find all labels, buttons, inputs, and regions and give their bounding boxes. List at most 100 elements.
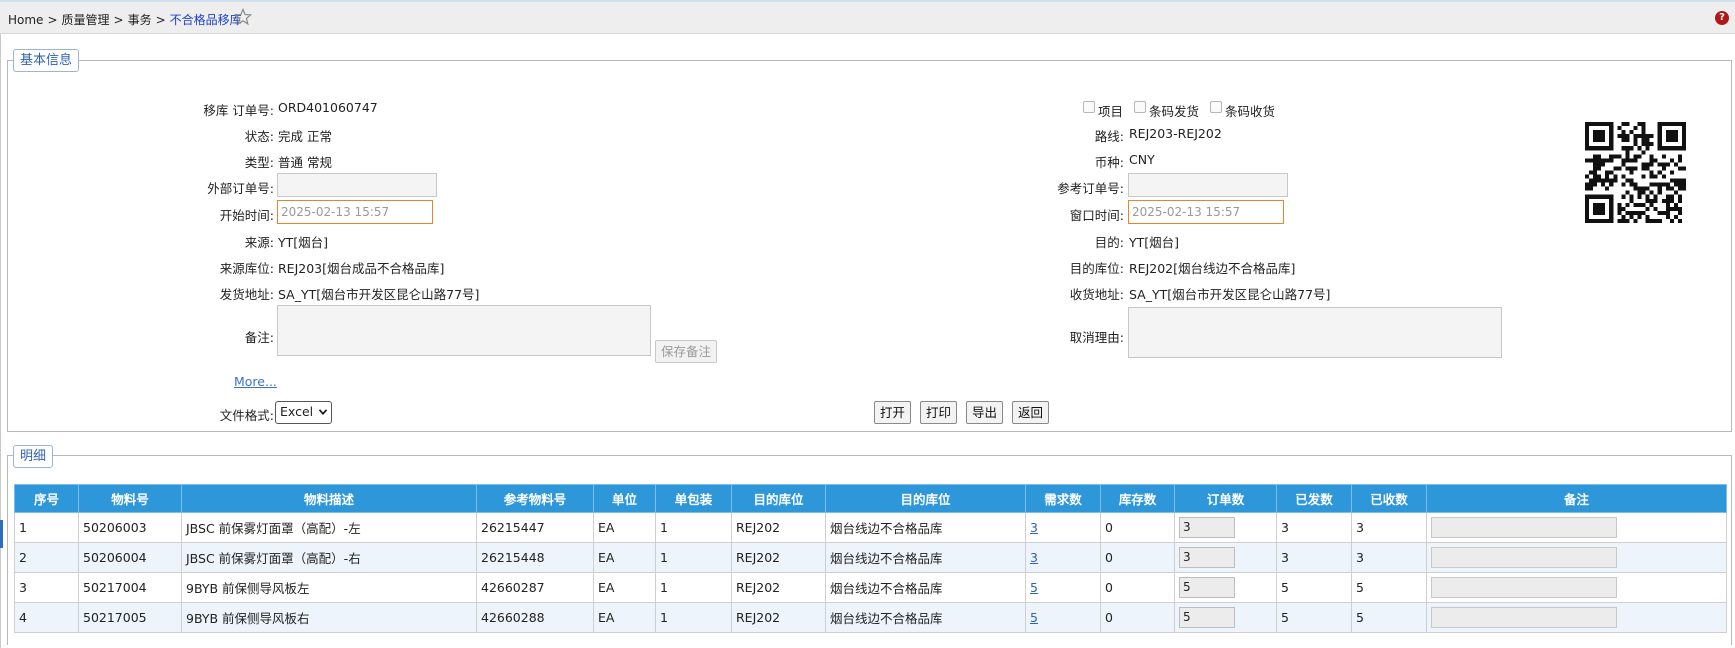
cell-demand: 3 [1025,542,1101,573]
cancel-reason-label: 取消理由: [1069,330,1124,345]
col-header-demand[interactable]: 需求数 [1025,484,1101,513]
row-note-input[interactable] [1431,577,1617,598]
file-format-select[interactable]: Excel [275,401,332,424]
source-location-label: 来源库位: [219,261,274,276]
back-button[interactable]: 返回 [1012,401,1050,424]
col-header-stock[interactable]: 库存数 [1100,484,1175,513]
table-row: 1 50206003 JBSC 前保雾灯面罩（高配）-左 26215447 EA… [14,512,1727,543]
cell-shipped: 3 [1276,542,1352,573]
cell-dest-name: 烟台线边不合格品库 [825,602,1026,633]
project-checkbox[interactable] [1083,101,1095,113]
col-header-dest-code[interactable]: 目的库位 [731,484,826,513]
cell-unit: EA [593,602,656,633]
order-no-value: ORD401060747 [278,100,378,115]
cell-material: 50206004 [78,542,182,573]
col-header-ordered[interactable]: 订单数 [1174,484,1277,513]
top-bar: Home > 质量管理 > 事务 > 不合格品移库 ? [0,0,1735,34]
start-time-input[interactable]: 2025-02-13 15:57 [277,200,433,224]
type-value: 普通 常规 [278,155,332,170]
barcode-ship-checkbox[interactable] [1134,101,1146,113]
breadcrumb-transactions[interactable]: 事务 [128,13,152,27]
col-header-received[interactable]: 已收数 [1351,484,1427,513]
cell-desc: 9BYB 前保侧导风板左 [181,572,477,603]
open-button[interactable]: 打开 [874,401,912,424]
cell-demand: 5 [1025,572,1101,603]
col-header-unit[interactable]: 单位 [593,484,656,513]
qr-code-image [1585,122,1686,223]
more-link[interactable]: More... [234,374,277,389]
print-button[interactable]: 打印 [920,401,958,424]
cell-ordered: 5 [1174,602,1277,633]
cell-unit: EA [593,542,656,573]
demand-link[interactable]: 5 [1030,610,1038,625]
demand-link[interactable]: 5 [1030,580,1038,595]
receive-address-label: 收货地址: [1069,287,1124,302]
cell-received: 5 [1351,602,1427,633]
external-order-input[interactable] [277,173,437,197]
ordered-qty-input[interactable]: 3 [1179,547,1235,568]
breadcrumb-separator: > [47,13,58,27]
row-note-input[interactable] [1431,517,1617,538]
breadcrumb-home[interactable]: Home [8,13,43,27]
cell-dest-name: 烟台线边不合格品库 [825,542,1026,573]
ordered-qty-input[interactable]: 5 [1179,607,1235,628]
cell-desc: JBSC 前保雾灯面罩（高配）-左 [181,512,477,543]
cell-stock: 0 [1100,602,1175,633]
cell-shipped: 3 [1276,512,1352,543]
ordered-qty-input[interactable]: 3 [1179,517,1235,538]
cell-pack: 1 [655,512,732,543]
row-note-input[interactable] [1431,547,1617,568]
cell-material: 50217004 [78,572,182,603]
cell-dest-name: 烟台线边不合格品库 [825,512,1026,543]
currency-label: 币种: [1094,155,1124,170]
dest-location-label: 目的库位: [1069,261,1124,276]
cell-pack: 1 [655,542,732,573]
save-note-button[interactable]: 保存备注 [655,340,718,363]
ship-address-value: SA_YT[烟台市开发区昆仑山路77号] [278,287,480,302]
cell-unit: EA [593,572,656,603]
order-no-label: 移库 订单号: [203,103,274,118]
col-header-pack[interactable]: 单包装 [655,484,732,513]
demand-link[interactable]: 3 [1030,550,1038,565]
col-header-material[interactable]: 物料号 [78,484,182,513]
cell-ref: 26215447 [476,512,594,543]
demand-link[interactable]: 3 [1030,520,1038,535]
breadcrumb-current: 不合格品移库 [169,13,242,27]
left-scroll-marker[interactable] [0,520,3,548]
col-header-ref[interactable]: 参考物料号 [476,484,594,513]
cell-shipped: 5 [1276,602,1352,633]
breadcrumb-quality[interactable]: 质量管理 [62,13,110,27]
cell-stock: 0 [1100,512,1175,543]
destination-value: YT[烟台] [1129,235,1180,250]
col-header-note[interactable]: 备注 [1426,484,1727,513]
left-rail [0,34,1,648]
table-row: 4 50217005 9BYB 前保侧导风板右 42660288 EA 1 RE… [14,602,1727,633]
table-row: 3 50217004 9BYB 前保侧导风板左 42660287 EA 1 RE… [14,572,1727,603]
window-time-input[interactable]: 2025-02-13 15:57 [1128,200,1284,224]
cell-pack: 1 [655,602,732,633]
cell-dest-code: REJ202 [731,512,826,543]
source-label: 来源: [244,235,274,250]
col-header-seq[interactable]: 序号 [14,484,79,513]
note-textarea[interactable] [277,305,651,356]
file-format-label: 文件格式: [219,408,274,423]
star-outline-icon[interactable] [234,8,252,26]
cell-unit: EA [593,512,656,543]
ref-order-input[interactable] [1128,173,1288,197]
row-note-input[interactable] [1431,607,1617,628]
col-header-shipped[interactable]: 已发数 [1276,484,1352,513]
cell-demand: 5 [1025,602,1101,633]
source-value: YT[烟台] [278,235,329,250]
cell-ref: 26215448 [476,542,594,573]
cancel-reason-textarea[interactable] [1128,307,1502,358]
barcode-receive-checkbox[interactable] [1210,101,1222,113]
cell-seq: 1 [14,512,79,543]
question-circle-icon[interactable]: ? [1715,11,1729,25]
export-button[interactable]: 导出 [966,401,1004,424]
ordered-qty-input[interactable]: 5 [1179,577,1235,598]
cell-desc: 9BYB 前保侧导风板右 [181,602,477,633]
cell-stock: 0 [1100,572,1175,603]
barcode-receive-checkbox-label: 条码收货 [1225,104,1276,119]
col-header-dest-name[interactable]: 目的库位 [825,484,1026,513]
col-header-desc[interactable]: 物料描述 [181,484,477,513]
